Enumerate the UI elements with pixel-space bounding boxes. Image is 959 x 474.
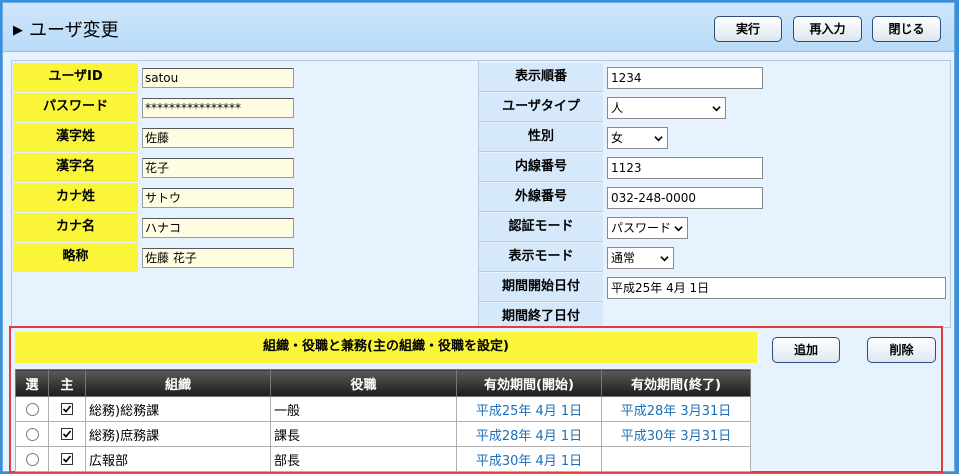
user-type-label: ユーザタイプ xyxy=(479,93,603,122)
reinput-button[interactable]: 再入力 xyxy=(793,16,862,42)
organization-cell: 総務)総務課 xyxy=(85,396,271,422)
organization-title: 組織・役職と兼務(主の組織・役職を設定) xyxy=(15,332,757,363)
organization-panel: 組織・役職と兼務(主の組織・役職を設定) 追加 削除 選 主 組織 役職 有効期… xyxy=(9,326,943,473)
organization-table: 選 主 組織 役職 有効期間(開始) 有効期間(終了) 総務)総務課 一般 平成… xyxy=(15,369,751,472)
title-bar: ▶ ユーザ変更 実行 再入力 閉じる xyxy=(3,3,954,52)
valid-start-link[interactable]: 平成28年 4月 1日 xyxy=(456,421,602,447)
auth-mode-select[interactable]: パスワード xyxy=(607,217,688,239)
user-id-field[interactable]: satou xyxy=(142,68,294,88)
user-type-value: 人 xyxy=(611,101,624,115)
check-icon xyxy=(62,405,72,413)
outside-number-label: 外線番号 xyxy=(479,183,603,212)
gender-select[interactable]: 女 xyxy=(607,127,668,149)
valid-end-link[interactable]: 平成28年 3月31日 xyxy=(601,396,751,422)
gender-value: 女 xyxy=(611,131,624,145)
abbreviation-field[interactable]: 佐藤 花子 xyxy=(142,248,294,268)
password-label: パスワード xyxy=(13,93,138,122)
kanji-surname-field[interactable]: 佐藤 xyxy=(142,128,294,148)
select-radio[interactable] xyxy=(25,452,39,466)
primary-cell xyxy=(48,421,86,447)
add-button[interactable]: 追加 xyxy=(772,337,840,363)
table-row[interactable]: 総務)総務課 一般 平成25年 4月 1日 平成28年 3月31日 xyxy=(15,396,751,422)
kanji-surname-label: 漢字姓 xyxy=(13,123,138,152)
primary-cell xyxy=(48,446,86,472)
user-edit-window: ▶ ユーザ変更 実行 再入力 閉じる ユーザID satou パスワード ****… xyxy=(2,2,955,473)
user-id-label: ユーザID xyxy=(13,63,138,92)
table-row[interactable]: 広報部 部長 平成30年 4月 1日 xyxy=(15,446,751,472)
page-title-text: ユーザ変更 xyxy=(29,20,119,41)
user-type-select[interactable]: 人 xyxy=(607,97,726,119)
execute-button[interactable]: 実行 xyxy=(714,16,782,42)
primary-checkbox[interactable] xyxy=(61,453,73,465)
select-radio[interactable] xyxy=(25,427,39,441)
password-field[interactable]: **************** xyxy=(142,98,294,118)
kana-given-name-label: カナ名 xyxy=(13,213,138,242)
valid-start-link[interactable]: 平成30年 4月 1日 xyxy=(456,446,602,472)
chevron-down-icon xyxy=(712,106,721,112)
period-end-label: 期間終了日付 xyxy=(479,303,603,327)
ext-number-field[interactable]: 1123 xyxy=(607,157,763,179)
chevron-down-icon xyxy=(674,226,683,232)
kanji-given-name-label: 漢字名 xyxy=(13,153,138,182)
position-cell: 一般 xyxy=(270,396,457,422)
select-cell xyxy=(15,446,49,472)
auth-mode-label: 認証モード xyxy=(479,213,603,242)
column-header-position: 役職 xyxy=(270,369,457,397)
select-cell xyxy=(15,421,49,447)
organization-cell: 広報部 xyxy=(85,446,271,472)
kana-surname-field[interactable]: サトウ xyxy=(142,188,294,208)
valid-end-link[interactable]: 平成30年 3月31日 xyxy=(601,421,751,447)
valid-end-link[interactable] xyxy=(601,446,751,472)
primary-checkbox[interactable] xyxy=(61,403,73,415)
position-cell: 課長 xyxy=(270,421,457,447)
period-start-field[interactable]: 平成25年 4月 1日 xyxy=(607,277,946,299)
column-header-primary: 主 xyxy=(48,369,86,397)
check-icon xyxy=(62,430,72,438)
user-form: ユーザID satou パスワード **************** 漢字姓 佐… xyxy=(11,60,951,328)
chevron-down-icon xyxy=(654,136,663,142)
ext-number-label: 内線番号 xyxy=(479,153,603,182)
period-start-label: 期間開始日付 xyxy=(479,273,603,302)
gender-label: 性別 xyxy=(479,123,603,152)
organization-cell: 総務)庶務課 xyxy=(85,421,271,447)
table-header-row: 選 主 組織 役職 有効期間(開始) 有効期間(終了) xyxy=(15,369,751,397)
kana-given-name-field[interactable]: ハナコ xyxy=(142,218,294,238)
display-mode-label: 表示モード xyxy=(479,243,603,272)
primary-cell xyxy=(48,396,86,422)
display-mode-value: 通常 xyxy=(611,251,636,265)
column-header-organization: 組織 xyxy=(85,369,271,397)
column-header-select: 選 xyxy=(15,369,49,397)
display-mode-select[interactable]: 通常 xyxy=(607,247,674,269)
page-title: ▶ ユーザ変更 xyxy=(13,16,119,42)
select-cell xyxy=(15,396,49,422)
kanji-given-name-field[interactable]: 花子 xyxy=(142,158,294,178)
kana-surname-label: カナ姓 xyxy=(13,183,138,212)
column-header-valid-end: 有効期間(終了) xyxy=(601,369,751,397)
delete-button[interactable]: 削除 xyxy=(867,337,936,363)
chevron-down-icon xyxy=(660,256,669,262)
position-cell: 部長 xyxy=(270,446,457,472)
outside-number-field[interactable]: 032-248-0000 xyxy=(607,187,763,209)
check-icon xyxy=(62,455,72,463)
display-order-label: 表示順番 xyxy=(479,63,603,92)
abbreviation-label: 略称 xyxy=(13,243,138,272)
table-row[interactable]: 総務)庶務課 課長 平成28年 4月 1日 平成30年 3月31日 xyxy=(15,421,751,447)
triangle-right-icon: ▶ xyxy=(13,23,23,38)
close-button[interactable]: 閉じる xyxy=(872,16,941,42)
select-radio[interactable] xyxy=(25,402,39,416)
column-header-valid-start: 有効期間(開始) xyxy=(456,369,602,397)
display-order-field[interactable]: 1234 xyxy=(607,67,763,89)
valid-start-link[interactable]: 平成25年 4月 1日 xyxy=(456,396,602,422)
auth-mode-value: パスワード xyxy=(611,221,672,235)
primary-checkbox[interactable] xyxy=(61,428,73,440)
